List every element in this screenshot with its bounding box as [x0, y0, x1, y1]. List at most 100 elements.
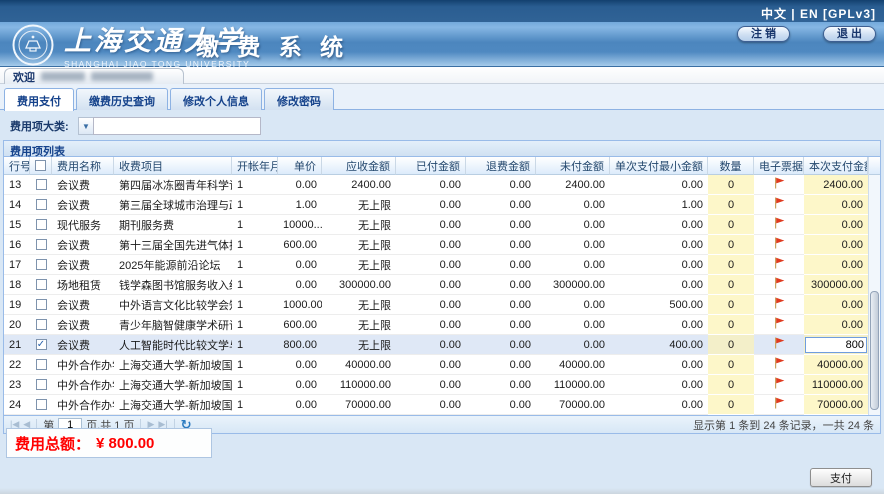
row-checkbox[interactable]	[36, 199, 47, 210]
cell-quantity[interactable]: 0	[708, 255, 754, 275]
table-row[interactable]: 23中外合作办学...上海交通大学-新加坡国立大...10.00110000.0…	[4, 375, 868, 395]
welcome-bar: 欢迎	[0, 67, 884, 84]
row-checkbox[interactable]	[36, 379, 47, 390]
tab-payment-history[interactable]: 缴费历史查询	[76, 88, 168, 110]
tab-change-password[interactable]: 修改密码	[264, 88, 334, 110]
cell-checkbox[interactable]	[30, 395, 52, 415]
cell-checkbox[interactable]	[30, 215, 52, 235]
language-links[interactable]: 中文 | EN [GPLv3]	[761, 5, 876, 22]
row-checkbox[interactable]	[36, 259, 47, 270]
cell-current-payment[interactable]: 70000.00	[804, 395, 868, 415]
scrollbar-thumb[interactable]	[870, 291, 879, 410]
table-row[interactable]: 24中外合作办学...上海交通大学-新加坡国立大...10.0070000.00…	[4, 395, 868, 415]
cell-quantity[interactable]: 0	[708, 175, 754, 195]
cell-quantity[interactable]: 0	[708, 395, 754, 415]
row-checkbox[interactable]	[36, 299, 47, 310]
cell-checkbox[interactable]: ✓	[30, 335, 52, 355]
fee-category-input[interactable]	[93, 117, 261, 135]
cell-quantity[interactable]: 0	[708, 275, 754, 295]
cell-checkbox[interactable]	[30, 175, 52, 195]
row-checkbox[interactable]	[36, 399, 47, 410]
cell-e-receipt	[754, 375, 804, 395]
row-checkbox[interactable]	[36, 279, 47, 290]
col-refund[interactable]: 退费金额	[466, 157, 536, 175]
cell-current-payment[interactable]: 0.00	[804, 255, 868, 275]
cell-quantity[interactable]: 0	[708, 315, 754, 335]
col-min-payment[interactable]: 单次支付最小金额	[610, 157, 708, 175]
cell-quantity[interactable]: 0	[708, 335, 754, 355]
vertical-scrollbar[interactable]	[868, 157, 880, 415]
cell-fee-name: 会议费	[52, 195, 114, 215]
cell-quantity[interactable]: 0	[708, 295, 754, 315]
cell-charge-item: 第四届冰冻圈青年科学论坛	[114, 175, 232, 195]
cell-unpaid: 0.00	[536, 255, 610, 275]
table-row[interactable]: 21✓会议费人工智能时代比较文学与跨文...1800.00无上限0.000.00…	[4, 335, 868, 355]
col-billing-month[interactable]: 开帐年月	[232, 157, 278, 175]
filter-row: 费用项大类: ▼	[0, 110, 884, 140]
cell-current-payment[interactable]	[804, 335, 868, 355]
col-paid[interactable]: 已付金额	[396, 157, 466, 175]
row-checkbox[interactable]	[36, 219, 47, 230]
cell-current-payment[interactable]: 300000.00	[804, 275, 868, 295]
cell-current-payment[interactable]: 0.00	[804, 215, 868, 235]
cell-fee-name: 会议费	[52, 255, 114, 275]
row-checkbox[interactable]: ✓	[36, 339, 47, 350]
logout-button[interactable]: 注 销	[737, 26, 790, 42]
row-checkbox[interactable]	[36, 319, 47, 330]
row-checkbox[interactable]	[36, 179, 47, 190]
cell-checkbox[interactable]	[30, 255, 52, 275]
chevron-down-icon[interactable]: ▼	[78, 117, 93, 135]
cell-checkbox[interactable]	[30, 235, 52, 255]
tab-fee-payment[interactable]: 费用支付	[4, 88, 74, 111]
table-row[interactable]: 15现代服务期刊服务费110000...无上限0.000.000.000.000…	[4, 215, 868, 235]
col-receivable[interactable]: 应收金额	[322, 157, 396, 175]
col-unit-price[interactable]: 单价	[278, 157, 322, 175]
cell-quantity[interactable]: 0	[708, 235, 754, 255]
pay-amount-input[interactable]	[805, 337, 867, 353]
table-row[interactable]: 22中外合作办学...上海交通大学-新加坡国立大...10.0040000.00…	[4, 355, 868, 375]
receipt-flag-icon	[773, 357, 786, 369]
table-row[interactable]: 20会议费青少年脑智健康学术研讨会1600.00无上限0.000.000.000…	[4, 315, 868, 335]
cell-current-payment[interactable]: 0.00	[804, 295, 868, 315]
cell-current-payment[interactable]: 0.00	[804, 315, 868, 335]
col-select-all[interactable]	[30, 157, 52, 175]
tab-edit-profile[interactable]: 修改个人信息	[170, 88, 262, 110]
col-charge-item[interactable]: 收费项目	[114, 157, 232, 175]
col-quantity[interactable]: 数量	[708, 157, 754, 175]
cell-current-payment[interactable]: 0.00	[804, 235, 868, 255]
col-e-receipt[interactable]: 电子票据	[754, 157, 804, 175]
table-row[interactable]: 18场地租赁钱学森图书馆服务收入经费10.00300000.000.000.00…	[4, 275, 868, 295]
cell-quantity[interactable]: 0	[708, 375, 754, 395]
cell-checkbox[interactable]	[30, 355, 52, 375]
col-unpaid[interactable]: 未付金额	[536, 157, 610, 175]
col-row-number[interactable]: 行号	[4, 157, 30, 175]
cell-quantity[interactable]: 0	[708, 355, 754, 375]
cell-current-payment[interactable]: 40000.00	[804, 355, 868, 375]
cell-current-payment[interactable]: 110000.00	[804, 375, 868, 395]
cell-checkbox[interactable]	[30, 295, 52, 315]
exit-button[interactable]: 退 出	[823, 26, 876, 42]
cell-checkbox[interactable]	[30, 275, 52, 295]
cell-checkbox[interactable]	[30, 375, 52, 395]
table-row[interactable]: 16会议费第十三届全国先进气体探测器...1600.00无上限0.000.000…	[4, 235, 868, 255]
row-checkbox[interactable]	[36, 359, 47, 370]
select-all-checkbox[interactable]	[35, 160, 46, 171]
col-current-payment[interactable]: 本次支付金额	[804, 157, 868, 175]
pay-button[interactable]: 支付	[810, 468, 872, 487]
cell-checkbox[interactable]	[30, 195, 52, 215]
cell-charge-item: 上海交通大学-新加坡国立大...	[114, 355, 232, 375]
cell-fee-name: 会议费	[52, 315, 114, 335]
col-fee-name[interactable]: 费用名称	[52, 157, 114, 175]
table-row[interactable]: 19会议费中外语言文化比较学会知识翻...11000.00无上限0.000.00…	[4, 295, 868, 315]
cell-min-payment: 0.00	[610, 395, 708, 415]
table-row[interactable]: 14会议费第三届全球城市治理与政策研...11.00无上限0.000.000.0…	[4, 195, 868, 215]
cell-checkbox[interactable]	[30, 315, 52, 335]
cell-current-payment[interactable]: 2400.00	[804, 175, 868, 195]
cell-quantity[interactable]: 0	[708, 195, 754, 215]
table-row[interactable]: 13会议费第四届冰冻圈青年科学论坛10.002400.000.000.00240…	[4, 175, 868, 195]
cell-current-payment[interactable]: 0.00	[804, 195, 868, 215]
row-checkbox[interactable]	[36, 239, 47, 250]
table-row[interactable]: 17会议费2025年能源前沿论坛10.00无上限0.000.000.000.00…	[4, 255, 868, 275]
cell-quantity[interactable]: 0	[708, 215, 754, 235]
cell-paid: 0.00	[396, 215, 466, 235]
